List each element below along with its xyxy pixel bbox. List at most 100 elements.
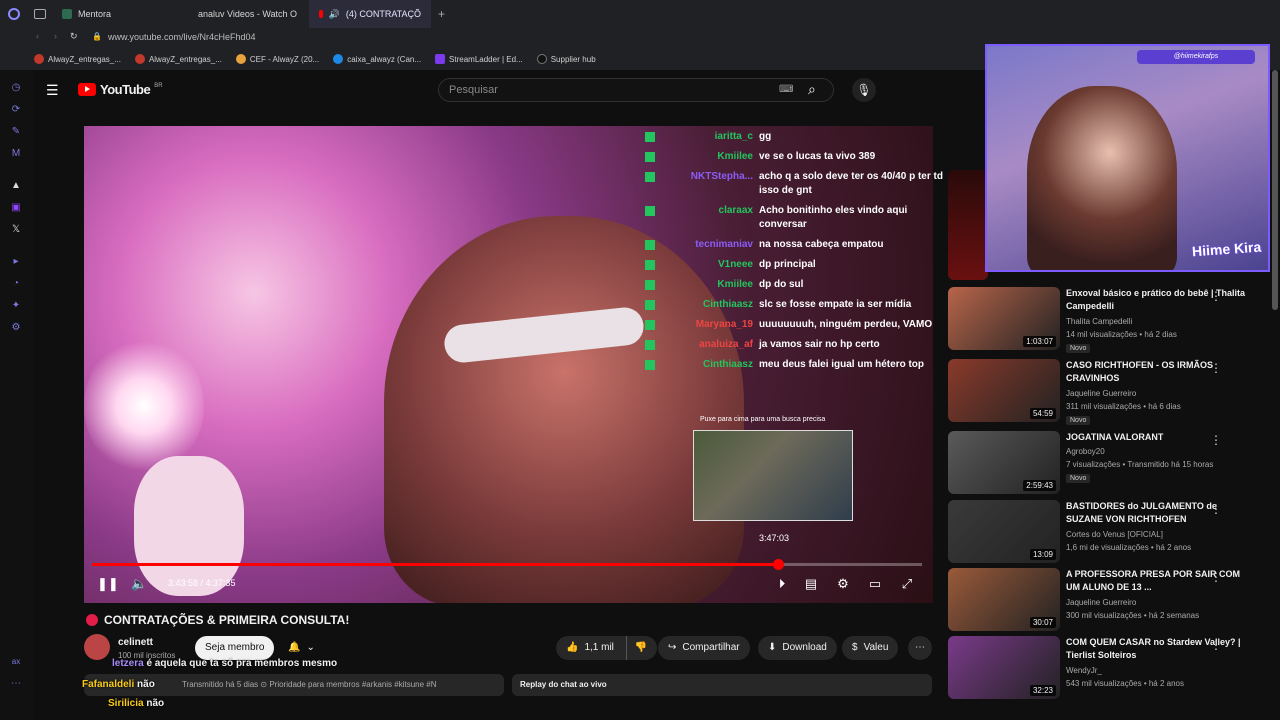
settings-icon[interactable]: ⚙ (835, 576, 851, 592)
sidebar-more-icon[interactable]: ⋯ (10, 678, 22, 690)
more-options-icon[interactable]: ⋮ (1210, 361, 1222, 375)
keyboard-icon[interactable]: ⌨ (779, 79, 793, 101)
sidebar-play-icon[interactable]: ▸ (10, 256, 22, 268)
more-actions-button[interactable]: ⋯ (908, 636, 932, 660)
sidebar-twitch-icon[interactable]: ▣ (10, 202, 22, 214)
volume-icon[interactable]: 🔈 (131, 576, 147, 592)
chat-username: claraax (718, 205, 753, 216)
chat-username: Kmiilee (717, 151, 753, 162)
recommended-video[interactable]: 54:59 CASO RICHTHOFEN - OS IRMÃOS CRAVINH… (948, 359, 1268, 425)
chat-overlay-line: claraax Acho bonitinho eles vindo aqui co… (645, 204, 945, 232)
sidebar-notes-icon[interactable]: ✎ (10, 126, 22, 138)
youtube-favicon-icon (319, 10, 323, 18)
browser-sidebar: ◷ ⟳ ✎ M ▲ ▣ 𝕏 ▸ ◔ ✦ ⚙ ax ⋯ (0, 70, 34, 720)
sidebar-clock-icon[interactable]: ◔ (10, 278, 22, 290)
hamburger-menu-icon[interactable]: ☰ (46, 82, 59, 99)
bookmark-label: AlwayZ_entregas_... (48, 54, 121, 64)
search-input[interactable]: Pesquisar ⌨ (438, 78, 834, 102)
theater-mode-icon[interactable]: ▭ (867, 576, 883, 592)
chat-overlay-line: Kmiilee dp do sul (645, 278, 945, 292)
more-options-icon[interactable]: ⋮ (1210, 570, 1222, 584)
recommended-video[interactable]: 30:07 A PROFESSORA PRESA POR SAIR COM UM … (948, 568, 1268, 632)
tab-mentora[interactable]: Mentora (52, 0, 177, 28)
like-button[interactable]: 👍 1,1 mil 👎 (556, 636, 658, 660)
recommended-video[interactable]: 1:03:07 Enxoval básico e prático do bebê … (948, 287, 1268, 353)
recommended-video[interactable]: 32:23 COM QUEM CASAR no Stardew Valley? |… (948, 636, 1268, 700)
search-icon[interactable]: ⌕ (808, 81, 816, 98)
progress-scrubber[interactable] (772, 559, 784, 570)
more-options-icon[interactable]: ⋮ (1210, 433, 1222, 447)
channel-avatar[interactable] (84, 634, 110, 660)
reload-icon[interactable]: ↻ (70, 31, 78, 42)
video-channel[interactable]: WendyJr_ (1066, 666, 1102, 675)
page-scrollbar[interactable] (1272, 70, 1278, 310)
sidebar-m-icon[interactable]: M (10, 148, 22, 160)
join-member-button[interactable]: Seja membro (195, 636, 275, 660)
sidebar-app-icon[interactable]: ▲ (10, 180, 22, 192)
fullscreen-icon[interactable]: ⤢ (899, 576, 915, 592)
new-tab-icon[interactable]: + (438, 7, 445, 21)
sidebar-ax-icon[interactable]: ax (10, 656, 22, 668)
forward-icon[interactable]: › (54, 31, 57, 41)
autoplay-toggle-icon[interactable]: ⏵ (774, 576, 790, 592)
video-thumbnail[interactable]: 32:23 (948, 636, 1060, 699)
chat-overlay-line: Cinthiaasz meu deus falei igual um hétero… (645, 358, 945, 372)
chat-overlay-line: Maryana_19 uuuuuuuuh, ninguém perdeu, VAM… (645, 318, 945, 332)
more-options-icon[interactable]: ⋮ (1210, 289, 1222, 303)
browser-logo-icon[interactable] (8, 8, 20, 20)
thanks-button[interactable]: $ Valeu (842, 636, 899, 660)
bookmark-item[interactable]: caixa_alwayz (Can... (333, 54, 421, 64)
notification-bell-button[interactable]: 🔔 ⌄ (278, 636, 325, 660)
back-icon[interactable]: ‹ (36, 31, 39, 41)
bookmark-item[interactable]: StreamLadder | Ed... (435, 54, 523, 64)
video-thumbnail[interactable]: 1:03:07 (948, 287, 1060, 350)
workspace-icon[interactable] (34, 9, 46, 19)
more-options-icon[interactable]: ⋮ (1210, 638, 1222, 652)
pause-icon[interactable]: ❚❚ (97, 576, 119, 592)
channel-name[interactable]: celinett (118, 637, 153, 648)
download-button[interactable]: ⬇ Download (758, 636, 837, 660)
voice-search-icon[interactable]: 🎙 (852, 78, 876, 102)
sidebar-settings-icon[interactable]: ⚙ (10, 322, 22, 334)
url-input[interactable]: www.youtube.com/live/Nr4cHeFhd04 (108, 32, 256, 42)
tab-youtube[interactable]: 🔊 (4) CONTRATAÇÕ (309, 0, 431, 28)
more-options-icon[interactable]: ⋮ (1210, 502, 1222, 516)
video-thumbnail[interactable]: 54:59 (948, 359, 1060, 422)
tab-kick[interactable]: analuv Videos - Watch O (182, 0, 306, 28)
subtitles-icon[interactable]: ▤ (803, 576, 819, 592)
bookmark-item[interactable]: CEF - AlwayZ (20... (235, 54, 319, 64)
chat-username: V1neee (717, 259, 753, 270)
region-code: BR (154, 82, 163, 89)
caption-line-2: Fafanaldeli não (82, 679, 155, 690)
recommended-video[interactable]: 13:09 BASTIDORES do JULGAMENTO de SUZANE … (948, 500, 1268, 564)
bookmark-item[interactable]: AlwayZ_entregas_... (134, 54, 222, 64)
youtube-logo[interactable]: YouTube BR (78, 82, 163, 97)
sidebar-x-icon[interactable]: 𝕏 (10, 224, 22, 236)
chat-overlay-line: iaritta_c gg (645, 130, 945, 144)
sidebar-extension-icon[interactable]: ⟳ (10, 104, 22, 116)
speaker-icon[interactable]: 🔊 (329, 9, 340, 20)
caption-message: não (137, 679, 155, 690)
seek-hint-text: Puxe para cima para uma busca precisa (700, 416, 826, 423)
chat-overlay: iaritta_c gg Kmiilee ve se o lucas ta vivo … (645, 130, 945, 378)
share-button[interactable]: ↪ Compartilhar (658, 636, 750, 660)
video-channel[interactable]: Agroboy20 (1066, 447, 1105, 456)
video-channel[interactable]: Thalita Campedelli (1066, 317, 1132, 326)
sidebar-puzzle-icon[interactable]: ✦ (10, 300, 22, 312)
bookmark-label: AlwayZ_entregas_... (148, 54, 222, 64)
progress-bar[interactable] (92, 559, 922, 570)
video-thumbnail[interactable]: 2:59:43 (948, 431, 1060, 494)
chat-replay-bar[interactable]: Replay do chat ao vivo (512, 674, 932, 696)
video-channel[interactable]: Cortes do Venus [OFICIAL] (1066, 530, 1163, 539)
bookmark-item[interactable]: Supplier hub (536, 54, 596, 64)
video-thumbnail[interactable]: 13:09 (948, 500, 1060, 563)
bookmark-item[interactable]: AlwayZ_entregas_... (34, 54, 121, 64)
chat-message: dp do sul (759, 279, 804, 290)
video-channel[interactable]: Jaqueline Guerreiro (1066, 598, 1136, 607)
recommended-video[interactable]: 2:59:43 JOGATINA VALORANT Agroboy20 7 visua… (948, 431, 1268, 495)
sidebar-history-icon[interactable]: ◷ (10, 82, 22, 94)
thumbs-down-icon[interactable]: 👎 (625, 636, 647, 660)
video-thumbnail[interactable]: 30:07 (948, 568, 1060, 631)
bookmark-icon (536, 54, 547, 64)
video-channel[interactable]: Jaqueline Guerreiro (1066, 389, 1136, 398)
